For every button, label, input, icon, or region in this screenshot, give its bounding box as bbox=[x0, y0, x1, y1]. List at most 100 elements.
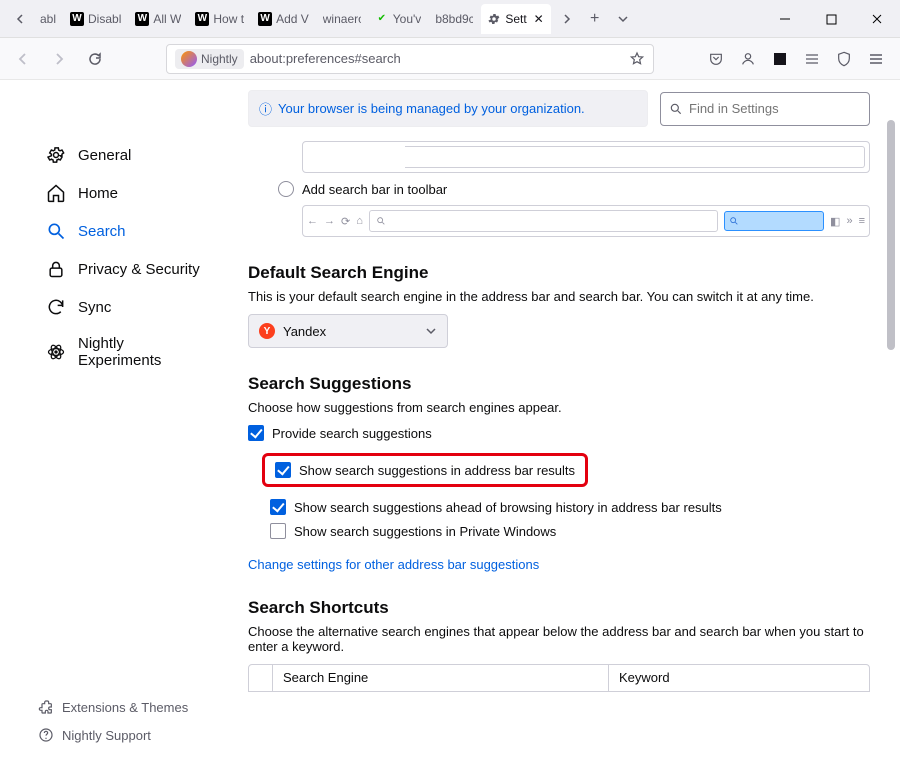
sidebar-item-general[interactable]: General bbox=[8, 137, 222, 173]
radio-add-searchbar[interactable]: Add search bar in toolbar bbox=[278, 181, 870, 197]
checkbox-suggestions-in-addressbar[interactable]: Show search suggestions in address bar r… bbox=[275, 462, 575, 478]
checkbox-icon bbox=[275, 462, 291, 478]
search-icon bbox=[376, 216, 386, 226]
yandex-icon: Y bbox=[259, 323, 275, 339]
shortcuts-desc: Choose the alternative search engines th… bbox=[248, 624, 870, 654]
sidebar-item-search[interactable]: Search bbox=[8, 213, 222, 249]
checkbox-suggestions-ahead-history[interactable]: Show search suggestions ahead of browsin… bbox=[270, 499, 870, 515]
tab-label: You'v bbox=[393, 12, 422, 26]
maximize-button[interactable] bbox=[808, 0, 854, 38]
checkbox-provide-suggestions[interactable]: Provide search suggestions bbox=[248, 425, 870, 441]
default-engine-heading: Default Search Engine bbox=[248, 263, 870, 283]
tab-label: abl bbox=[40, 12, 56, 26]
sidebar-item-privacy[interactable]: Privacy & Security bbox=[8, 251, 222, 287]
lock-icon bbox=[46, 259, 66, 279]
searchbar-diagram-1 bbox=[302, 141, 870, 173]
account-icon[interactable] bbox=[732, 44, 764, 74]
search-icon bbox=[669, 102, 683, 116]
tab-overflow-button[interactable] bbox=[609, 5, 637, 33]
preferences-content: General Home Search Privacy & Security S… bbox=[0, 80, 900, 763]
mini-urlbar bbox=[369, 210, 718, 232]
find-input[interactable] bbox=[689, 101, 861, 116]
checkbox-suggestions-private[interactable]: Show search suggestions in Private Windo… bbox=[270, 523, 870, 539]
sidebar-extensions[interactable]: Extensions & Themes bbox=[0, 693, 230, 721]
tab-label: Sett bbox=[505, 12, 526, 26]
engine-name: Yandex bbox=[283, 324, 417, 339]
checkbox-icon bbox=[270, 499, 286, 515]
table-col-engine[interactable]: Search Engine bbox=[273, 665, 609, 691]
radio-label: Add search bar in toolbar bbox=[302, 182, 447, 197]
tab-label: winaero.c bbox=[323, 12, 361, 26]
overflow-icon: » bbox=[846, 215, 852, 227]
tab-scroll-right[interactable] bbox=[553, 5, 581, 33]
tab[interactable]: abl bbox=[34, 4, 62, 34]
close-icon[interactable]: ✕ bbox=[531, 11, 547, 27]
favicon-w: W bbox=[135, 12, 149, 26]
default-engine-select[interactable]: Y Yandex bbox=[248, 314, 448, 348]
tab-scroll-left[interactable] bbox=[6, 5, 34, 33]
checkbox-icon bbox=[270, 523, 286, 539]
scrollbar-thumb[interactable] bbox=[887, 120, 895, 350]
find-in-settings[interactable] bbox=[660, 92, 870, 126]
nav-left-icon: ← bbox=[307, 215, 318, 227]
close-window-button[interactable] bbox=[854, 0, 900, 38]
home-icon bbox=[46, 183, 66, 203]
address-bar[interactable]: Nightly about:preferences#search bbox=[166, 44, 654, 74]
sidebar-item-sync[interactable]: Sync bbox=[8, 289, 222, 325]
tab[interactable]: WAdd V bbox=[252, 4, 315, 34]
search-icon bbox=[46, 221, 66, 241]
tab-label: How t bbox=[213, 12, 244, 26]
favicon-w: W bbox=[70, 12, 84, 26]
tab-label: Add V bbox=[276, 12, 309, 26]
sidebar-item-experiments[interactable]: Nightly Experiments bbox=[8, 327, 222, 377]
reload-button[interactable] bbox=[80, 44, 110, 74]
scrollbar[interactable] bbox=[884, 80, 898, 763]
tab[interactable]: W Disabl bbox=[64, 4, 127, 34]
sidebar-item-home[interactable]: Home bbox=[8, 175, 222, 211]
tab[interactable]: WAll W bbox=[129, 4, 187, 34]
gear-icon bbox=[46, 145, 66, 165]
back-button[interactable] bbox=[8, 44, 38, 74]
mini-searchbar-highlighted bbox=[724, 211, 824, 231]
firefox-icon bbox=[181, 51, 197, 67]
minimize-button[interactable] bbox=[762, 0, 808, 38]
nav-right-icon: → bbox=[324, 215, 335, 227]
tab-label: b8bd9c5a bbox=[435, 12, 473, 26]
table-checkbox-col bbox=[249, 665, 273, 691]
ublock-icon[interactable] bbox=[828, 44, 860, 74]
main-panel: ⓘ Your browser is being managed by your … bbox=[230, 80, 900, 763]
tab[interactable]: ✔You'v bbox=[369, 4, 428, 34]
change-settings-link[interactable]: Change settings for other address bar su… bbox=[248, 557, 539, 572]
puzzle-icon bbox=[38, 699, 54, 715]
tab-active[interactable]: Sett ✕ bbox=[481, 4, 550, 34]
chevron-down-icon bbox=[425, 325, 437, 337]
home-icon: ⌂ bbox=[356, 215, 363, 227]
forward-button[interactable] bbox=[44, 44, 74, 74]
window-titlebar: abl WDisabl WAll W WHow t WAdd V winaero… bbox=[0, 0, 900, 38]
policy-info-bar[interactable]: ⓘ Your browser is being managed by your … bbox=[248, 90, 648, 127]
tab-label: Disabl bbox=[88, 12, 121, 26]
nav-toolbar: Nightly about:preferences#search bbox=[0, 38, 900, 80]
categories-sidebar: General Home Search Privacy & Security S… bbox=[0, 80, 230, 763]
extension-icon[interactable] bbox=[764, 44, 796, 74]
sidebar-support[interactable]: Nightly Support bbox=[0, 721, 230, 749]
table-col-keyword[interactable]: Keyword bbox=[609, 665, 869, 691]
identity-badge[interactable]: Nightly bbox=[175, 49, 244, 69]
suggestions-heading: Search Suggestions bbox=[248, 374, 870, 394]
sidebar-icon: ◧ bbox=[830, 215, 840, 228]
new-tab-button[interactable]: + bbox=[581, 5, 609, 33]
checkbox-label: Show search suggestions ahead of browsin… bbox=[294, 500, 722, 515]
tab[interactable]: b8bd9c5a bbox=[429, 4, 479, 34]
url-text: about:preferences#search bbox=[250, 51, 623, 66]
bookmark-star-icon[interactable] bbox=[629, 51, 645, 67]
app-menu-icon[interactable] bbox=[860, 44, 892, 74]
extension-icon-2[interactable] bbox=[796, 44, 828, 74]
sidebar-label: Sync bbox=[78, 299, 111, 316]
checkbox-label: Provide search suggestions bbox=[272, 426, 432, 441]
suggestions-desc: Choose how suggestions from search engin… bbox=[248, 400, 870, 415]
tab[interactable]: winaero.c bbox=[317, 4, 367, 34]
checkbox-icon bbox=[248, 425, 264, 441]
tab[interactable]: WHow t bbox=[189, 4, 250, 34]
window-controls bbox=[762, 0, 900, 37]
save-pocket-icon[interactable] bbox=[700, 44, 732, 74]
